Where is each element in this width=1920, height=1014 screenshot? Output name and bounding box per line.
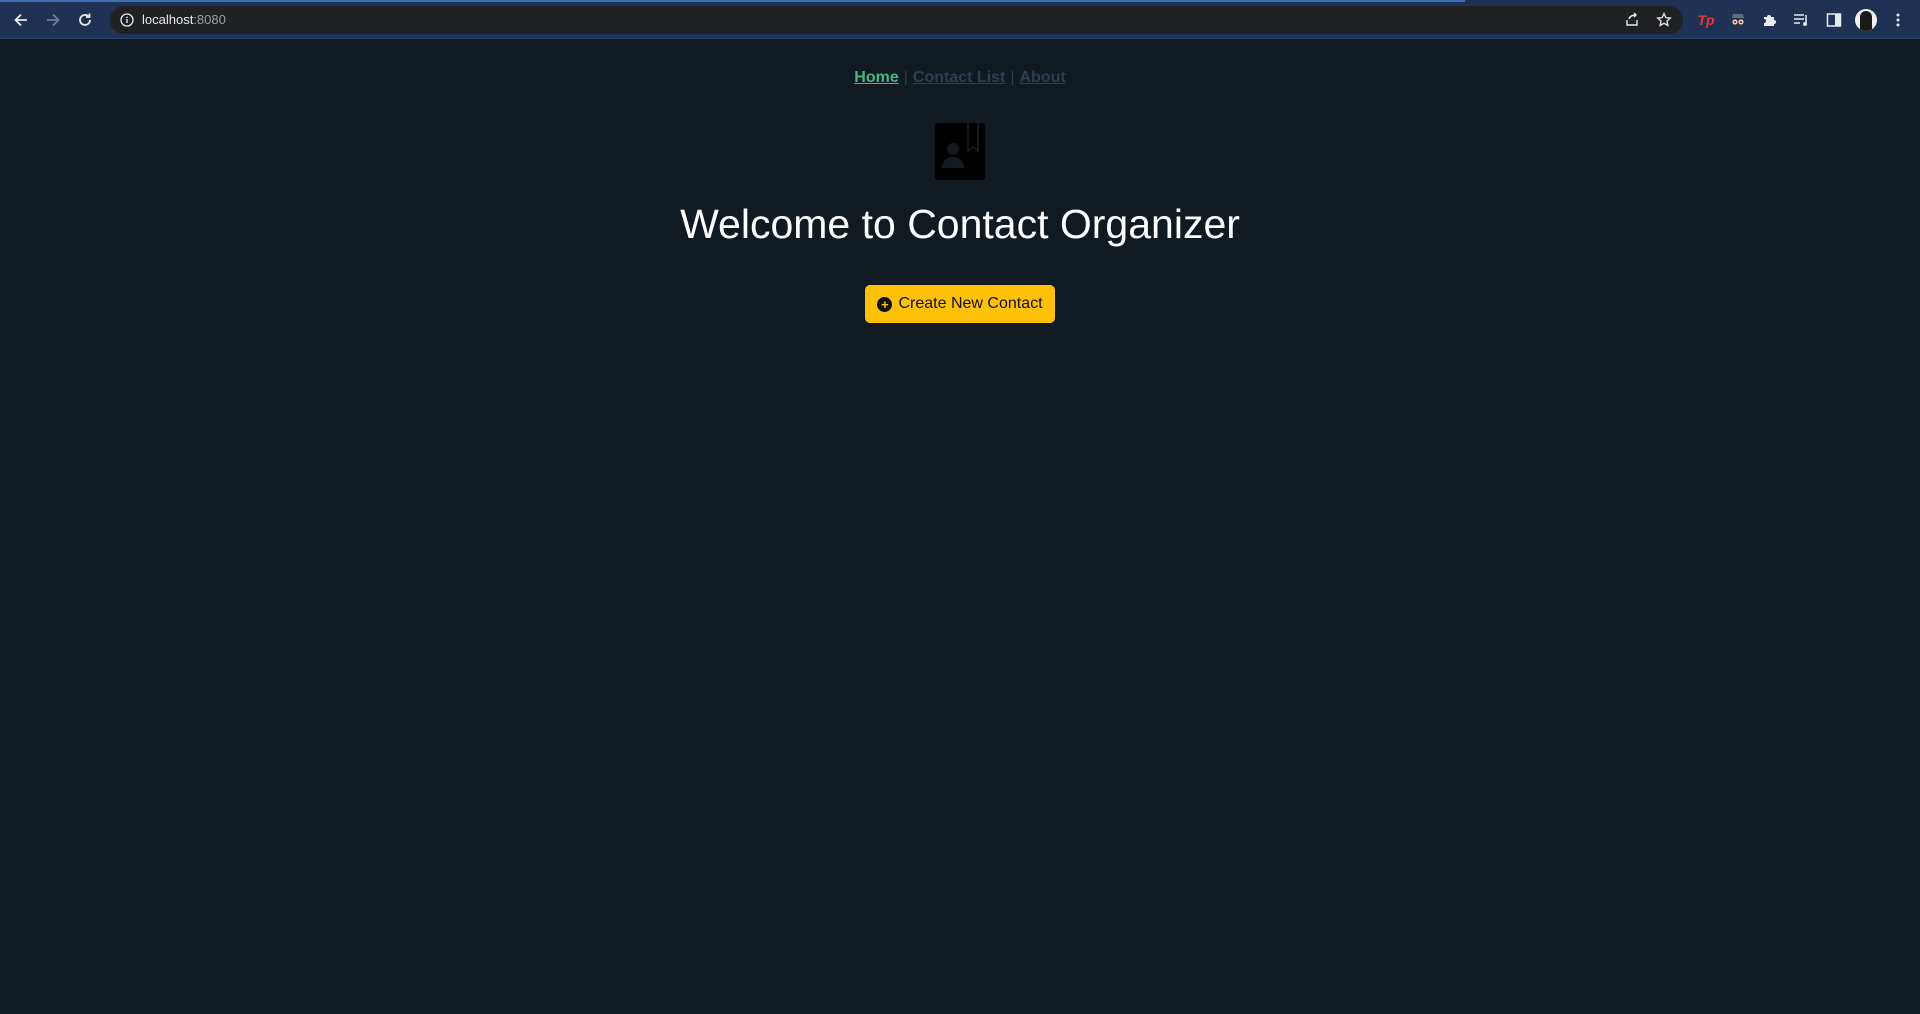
arrow-right-icon — [47, 13, 60, 27]
nav-separator: | — [1010, 69, 1015, 86]
nav-link-contact-list[interactable]: Contact List — [913, 69, 1005, 86]
page-content: Home | Contact List | About Welcome to Conta… — [0, 39, 1920, 1014]
back-button[interactable] — [9, 8, 33, 32]
url-host: localhost — [142, 12, 194, 27]
url-text[interactable]: localhost:8080 — [142, 12, 226, 27]
contact-book-icon — [935, 123, 985, 180]
nav-link-home[interactable]: Home — [854, 69, 898, 86]
create-button-label: Create New Contact — [898, 295, 1043, 312]
reload-icon — [79, 13, 91, 26]
media-control-icon[interactable] — [1791, 9, 1813, 31]
nav-link-about[interactable]: About — [1020, 69, 1066, 86]
create-new-contact-button[interactable]: + Create New Contact — [865, 285, 1055, 323]
browser-toolbar: localhost:8080 Tp — [0, 0, 1920, 39]
reload-button[interactable] — [73, 8, 97, 32]
spy-extension-icon[interactable] — [1727, 9, 1749, 31]
puzzle-icon[interactable] — [1759, 9, 1781, 31]
top-nav: Home | Contact List | About — [0, 69, 1920, 87]
side-panel-icon[interactable] — [1823, 9, 1845, 31]
info-icon[interactable] — [120, 13, 134, 27]
tab-strip-indicator — [0, 0, 1465, 2]
nav-separator: | — [903, 69, 908, 86]
arrow-left-icon — [14, 13, 27, 27]
page-title: Welcome to Contact Organizer — [680, 201, 1240, 247]
profile-avatar[interactable] — [1855, 9, 1877, 31]
share-icon[interactable] — [1624, 12, 1640, 28]
address-bar[interactable]: localhost:8080 — [110, 6, 1683, 34]
forward-button[interactable] — [41, 8, 65, 32]
url-port: :8080 — [193, 12, 226, 27]
kebab-menu-icon[interactable] — [1887, 9, 1909, 31]
star-icon[interactable] — [1656, 12, 1672, 28]
plus-circle-icon: + — [877, 296, 893, 312]
tp-extension-icon[interactable]: Tp — [1695, 9, 1717, 31]
